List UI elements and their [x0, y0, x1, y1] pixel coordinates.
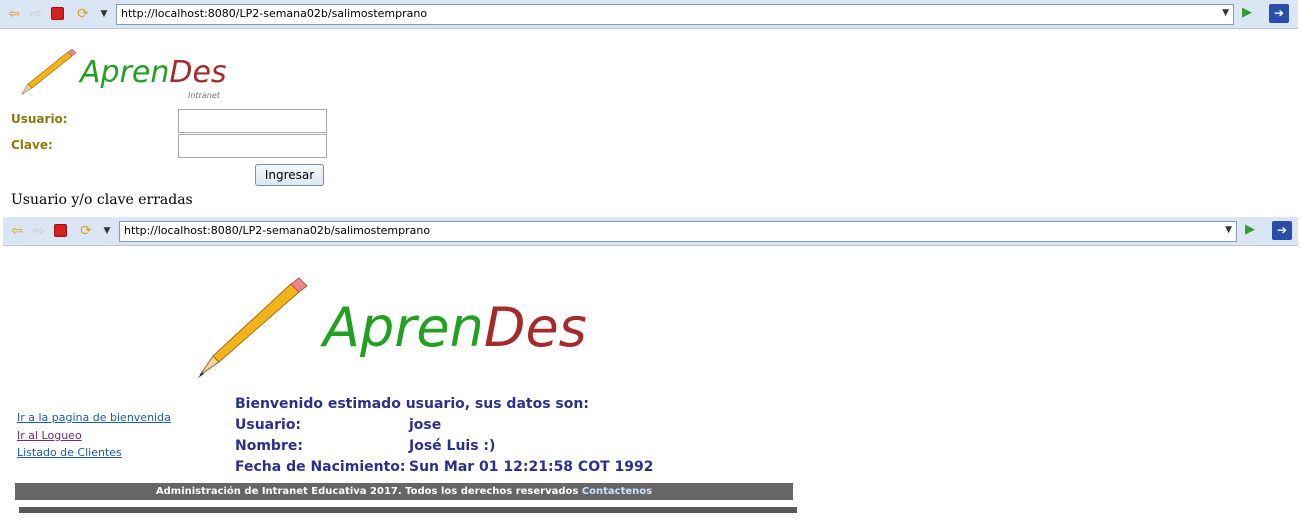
url-dropdown-icon[interactable]: ▼ [1222, 8, 1229, 18]
refresh-icon[interactable]: ⟳ [77, 222, 95, 240]
navigate-icon[interactable]: ➔ [1272, 221, 1292, 240]
field-label-fecha: Fecha de Nacimiento: [235, 459, 406, 475]
usuario-label: Usuario: [11, 112, 68, 126]
history-dropdown-icon[interactable]: ▼ [95, 5, 113, 23]
brand-des: Des [484, 296, 587, 359]
field-value-usuario: jose [409, 417, 442, 433]
field-value-nombre: José Luis :) [409, 438, 496, 454]
footer-contact-link[interactable]: Contactenos [582, 486, 652, 497]
field-label-nombre: Nombre: [235, 438, 303, 454]
brand-subtitle: Intranet [188, 91, 221, 100]
svg-text:AprenDes: AprenDes [78, 55, 227, 90]
forward-arrow-icon[interactable]: ⇨ [27, 5, 45, 23]
go-icon[interactable]: ▶ [1245, 222, 1255, 237]
ingresar-button[interactable]: Ingresar [255, 164, 324, 186]
back-arrow-icon[interactable]: ⇦ [5, 5, 23, 23]
aprendes-logo-large: AprenDes [198, 277, 587, 378]
back-arrow-icon[interactable]: ⇦ [8, 222, 26, 240]
footer-bar [19, 507, 797, 513]
url-text[interactable]: http://localhost:8080/LP2-semana02b/sali… [121, 7, 427, 20]
welcome-heading: Bienvenido estimado usuario, sus datos s… [235, 396, 589, 412]
login-error-message: Usuario y/o clave erradas [11, 192, 193, 208]
clave-label: Clave: [11, 138, 53, 152]
stop-icon[interactable] [51, 7, 64, 20]
link-bienvenida[interactable]: Ir a la pagina de bienvenida [17, 411, 171, 424]
stop-icon[interactable] [54, 224, 67, 237]
aprendes-logo-small: AprenDes Intranet [21, 48, 227, 100]
url-text[interactable]: http://localhost:8080/LP2-semana02b/sali… [124, 224, 430, 237]
brand-apren: Apren [78, 55, 169, 90]
refresh-icon[interactable]: ⟳ [74, 5, 92, 23]
link-logueo[interactable]: Ir al Logueo [17, 429, 82, 442]
clave-input[interactable] [178, 134, 327, 158]
address-bar[interactable]: http://localhost:8080/LP2-semana02b/sali… [119, 221, 1237, 242]
svg-text:AprenDes: AprenDes [320, 296, 587, 359]
url-dropdown-icon[interactable]: ▼ [1225, 225, 1232, 235]
pencil-icon [21, 48, 77, 95]
pencil-icon [198, 277, 308, 378]
go-icon[interactable]: ▶ [1242, 5, 1252, 20]
history-dropdown-icon[interactable]: ▼ [98, 222, 116, 240]
brand-apren: Apren [320, 296, 484, 359]
field-value-fecha: Sun Mar 01 12:21:58 COT 1992 [409, 459, 654, 475]
usuario-input[interactable] [178, 109, 327, 133]
brand-des: Des [169, 55, 226, 90]
page-footer: Administración de Intranet Educativa 201… [15, 483, 793, 500]
browser-toolbar-bottom: ⇦ ⇨ ⟳ ▼ http://localhost:8080/LP2-semana… [3, 217, 1298, 246]
link-listado-clientes[interactable]: Listado de Clientes [17, 446, 122, 459]
field-label-usuario: Usuario: [235, 417, 302, 433]
navigate-icon[interactable]: ➔ [1269, 4, 1289, 23]
browser-toolbar-top: ⇦ ⇨ ⟳ ▼ http://localhost:8080/LP2-semana… [0, 0, 1298, 29]
address-bar[interactable]: http://localhost:8080/LP2-semana02b/sali… [116, 4, 1234, 25]
forward-arrow-icon[interactable]: ⇨ [30, 222, 48, 240]
footer-text: Administración de Intranet Educativa 201… [155, 486, 579, 497]
